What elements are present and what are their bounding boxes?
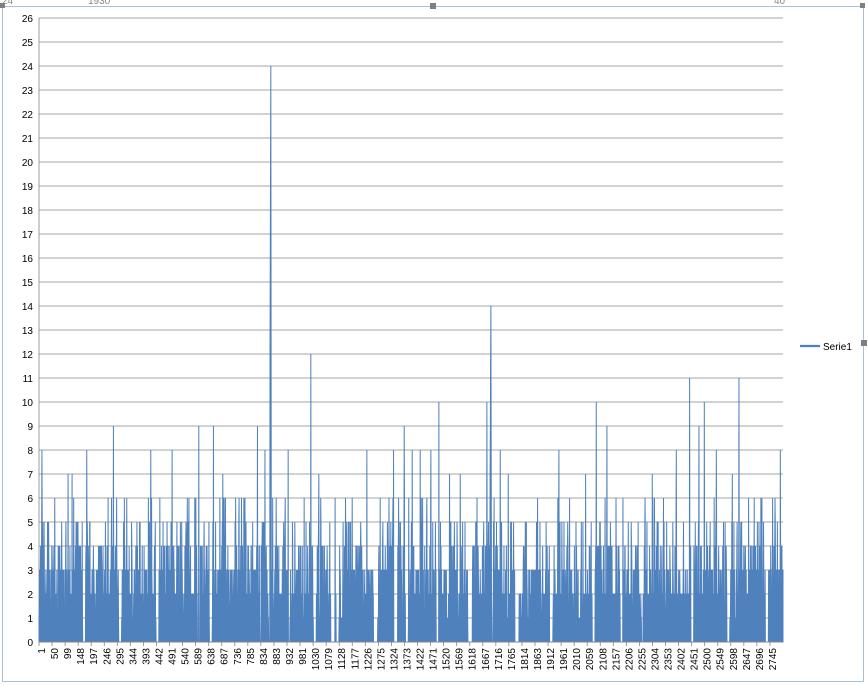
x-tick-label: 981	[298, 648, 309, 665]
y-tick-label: 12	[22, 350, 34, 361]
x-tick-label: 2549	[716, 648, 727, 671]
x-tick-label: 344	[128, 648, 139, 665]
x-tick-label: 1961	[559, 648, 570, 671]
x-tick-label: 2059	[585, 648, 596, 671]
y-tick-label: 2	[27, 590, 33, 601]
x-tick-label: 2598	[729, 648, 740, 671]
x-tick-label: 197	[89, 648, 100, 665]
y-tick-label: 0	[27, 638, 33, 649]
x-tick-label: 2402	[677, 648, 688, 671]
x-tick-label: 1520	[442, 648, 453, 671]
x-tick-label: 1863	[533, 648, 544, 671]
x-tick-label: 589	[194, 648, 205, 665]
x-tick-label: 491	[168, 648, 179, 665]
y-tick-label: 9	[27, 422, 33, 433]
x-tick-label: 1471	[429, 648, 440, 671]
x-tick-label: 2451	[690, 648, 701, 671]
x-tick-label: 2010	[572, 648, 583, 671]
y-tick-label: 6	[27, 494, 33, 505]
y-tick-label: 8	[27, 446, 33, 457]
x-tick-label: 2157	[611, 648, 622, 671]
x-tick-label: 736	[233, 648, 244, 665]
x-tick-label: 1618	[468, 648, 479, 671]
x-tick-label: 2745	[768, 648, 779, 671]
x-tick-label: 834	[259, 648, 270, 665]
x-axis-labels: 1 50 99 148 197 246 295 344 393 442 491 540 589 638 68…	[37, 648, 779, 671]
y-tick-label: 26	[22, 14, 34, 25]
x-tick-label: 2108	[598, 648, 609, 671]
x-tick-label: 1422	[416, 648, 427, 671]
x-tick-label: 1716	[494, 648, 505, 671]
y-tick-label: 17	[22, 230, 34, 241]
legend-label-serie1: Serie1	[823, 342, 852, 353]
x-tick-label: 2255	[637, 648, 648, 671]
x-tick-label: 1765	[507, 648, 518, 671]
x-tick-label: 1128	[337, 648, 348, 670]
x-tick-label: 1667	[481, 648, 492, 671]
x-tick-label: 687	[220, 648, 231, 665]
x-tick-label: 932	[285, 648, 296, 665]
x-tick-label: 1324	[389, 648, 400, 671]
x-tick-label: 393	[141, 648, 152, 665]
y-tick-label: 3	[27, 566, 33, 577]
y-tick-label: 1	[27, 614, 33, 625]
y-tick-label: 20	[22, 158, 34, 169]
y-tick-label: 21	[22, 134, 34, 145]
x-tick-label: 2353	[664, 648, 675, 671]
x-tick-label: 1079	[324, 648, 335, 671]
y-tick-label: 24	[22, 62, 34, 73]
x-tick-label: 2500	[703, 648, 714, 671]
x-tick-label: 50	[50, 648, 61, 660]
y-tick-label: 16	[22, 254, 34, 265]
x-tick-label: 1030	[311, 648, 322, 671]
x-tick-label: 295	[115, 648, 126, 665]
y-tick-label: 10	[22, 398, 34, 409]
x-tick-label: 1814	[520, 648, 531, 671]
x-tick-label: 2647	[742, 648, 753, 671]
x-tick-label: 1177	[350, 648, 361, 670]
x-tick-label: 2696	[755, 648, 766, 671]
x-tick-label: 540	[181, 648, 192, 665]
x-tick-label: 785	[246, 648, 257, 665]
x-tick-label: 1912	[546, 648, 557, 671]
x-tick-label: 638	[207, 648, 218, 665]
x-tick-label: 1226	[363, 648, 374, 671]
y-tick-label: 4	[27, 542, 33, 553]
y-tick-label: 15	[22, 278, 34, 289]
x-tick-label: 246	[102, 648, 113, 665]
x-tick-label: 148	[76, 648, 87, 665]
y-axis-labels: 0123456789101112131415161718192021222324…	[22, 14, 34, 649]
y-tick-label: 7	[27, 470, 33, 481]
x-axis	[38, 641, 783, 646]
y-tick-label: 5	[27, 518, 33, 529]
x-tick-label: 1	[37, 648, 48, 654]
y-tick-label: 14	[22, 302, 34, 313]
y-tick-label: 25	[22, 38, 34, 49]
y-tick-label: 11	[23, 374, 34, 385]
x-tick-label: 2206	[624, 648, 635, 671]
x-tick-label: 1275	[376, 648, 387, 671]
y-tick-label: 23	[22, 86, 34, 97]
y-tick-label: 19	[22, 182, 34, 193]
x-tick-label: 99	[63, 648, 74, 660]
y-tick-label: 13	[22, 326, 34, 337]
y-tick-label: 22	[22, 110, 34, 121]
x-tick-label: 883	[272, 648, 283, 665]
x-tick-label: 1569	[455, 648, 466, 671]
y-tick-label: 18	[22, 206, 34, 217]
x-tick-label: 2304	[650, 648, 661, 671]
x-tick-label: 1373	[402, 648, 413, 671]
area-chart[interactable]: 0123456789101112131415161718192021222324…	[0, 0, 868, 686]
legend: Serie1	[800, 342, 852, 353]
x-tick-label: 442	[154, 648, 165, 665]
